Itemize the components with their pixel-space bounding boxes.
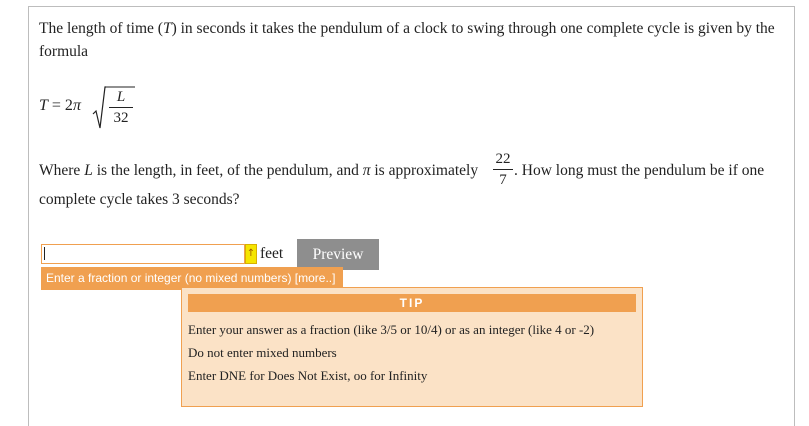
text-caret [44, 247, 45, 260]
intro-text-a: The length of time ( [39, 20, 163, 37]
body-text-e: complete cycle takes [39, 191, 172, 208]
up-arrow-icon: ↑ [246, 248, 256, 259]
body-text-a: Where [39, 162, 85, 179]
formula-fraction: L 32 [109, 88, 133, 127]
tip-popup: TIP Enter your answer as a fraction (lik… [181, 287, 643, 407]
formula-pi: π [72, 97, 81, 114]
pi-approx-numerator: 22 [495, 151, 511, 167]
body-text-c: is approximately [370, 162, 479, 179]
body-text-b: is the length, in feet, of the pendulum,… [92, 162, 363, 179]
tip-line-dne: Enter DNE for Does Not Exist, oo for Inf… [188, 368, 428, 383]
var-l: L [84, 162, 93, 179]
pi-approx-bar [493, 169, 513, 170]
answer-unit-label: feet [260, 245, 284, 262]
fraction-denominator: 32 [113, 110, 129, 126]
tip-line-mixed: Do not enter mixed numbers [188, 345, 337, 360]
body-text-d: . How long must the pendulum be if one [514, 162, 765, 179]
pi-approx-denominator: 7 [499, 172, 507, 188]
fraction-numerator: L [116, 89, 126, 105]
preview-button[interactable]: Preview [297, 239, 379, 270]
seconds-value: 3 [171, 191, 180, 208]
formula-lhs-var: T [39, 97, 48, 114]
answer-format-arrow-button[interactable]: ↑ [245, 244, 257, 264]
tip-title: TIP [188, 294, 636, 312]
body-text-f: seconds? [179, 191, 240, 208]
tip-line-fraction: Enter your answer as a fraction (like 3/… [188, 322, 595, 337]
question-intro: The length of time (T) in seconds it tak… [39, 17, 784, 63]
fraction-bar [109, 107, 133, 108]
var-t: T [162, 20, 172, 37]
sqrt-sign [92, 86, 106, 129]
pi-approx-fraction: 22 7 [493, 150, 513, 189]
formula-eq: = 2 [47, 97, 73, 114]
